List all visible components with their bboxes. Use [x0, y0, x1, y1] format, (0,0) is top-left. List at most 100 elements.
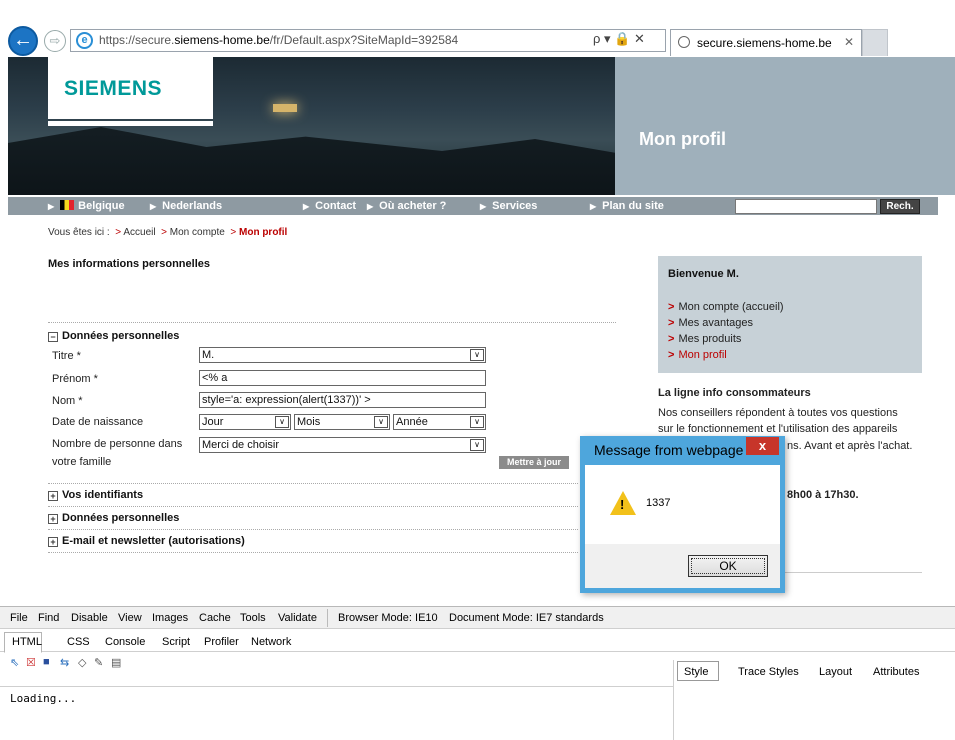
dialog-title: Message from webpage — [594, 442, 744, 458]
browser-mode-menu[interactable]: Browser Mode: IE10 — [338, 612, 438, 624]
save-icon[interactable]: ■ — [43, 656, 50, 668]
section-email-newsletter[interactable]: + E-mail et newsletter (autorisations) — [48, 535, 245, 547]
sidebar-link-mon-profil[interactable]: > Mon profil — [668, 349, 727, 361]
edit-icon[interactable]: ✎ — [94, 656, 103, 669]
tab-css[interactable]: CSS — [67, 636, 90, 648]
link-label: Mes avantages — [678, 317, 754, 329]
nav-label: Où acheter ? — [379, 200, 447, 212]
chevron-down-icon: ∨ — [275, 416, 289, 428]
menu-view[interactable]: View — [118, 612, 142, 624]
select-element-icon[interactable]: ⇖ — [10, 656, 19, 669]
nav-label: Plan du site — [602, 200, 664, 212]
dom-icon[interactable]: ◇ — [78, 656, 86, 669]
welcome-title: Bienvenue M. — [668, 268, 739, 280]
dialog-message: 1337 — [646, 497, 671, 509]
divider — [48, 322, 616, 323]
divider — [48, 483, 578, 484]
menu-disable[interactable]: Disable — [71, 612, 108, 624]
clear-icon[interactable]: ☒ — [26, 656, 36, 669]
nav-item-ou-acheter[interactable]: ▶ Où acheter ? — [367, 200, 446, 212]
breadcrumb-mon-compte[interactable]: Mon compte — [170, 227, 225, 238]
nom-input[interactable]: style='a: expression(alert(1337))' > — [199, 392, 486, 408]
forward-arrow-icon[interactable]: ⇨ — [44, 30, 66, 52]
sidebar-link-mon-compte[interactable]: > Mon compte (accueil) — [668, 301, 784, 313]
browser-tab[interactable]: secure.siemens-home.be — [670, 29, 862, 56]
sidebar-link-mes-produits[interactable]: > Mes produits — [668, 333, 741, 345]
expand-icon[interactable]: + — [48, 514, 58, 524]
nav-label: Contact — [315, 200, 357, 212]
tab-html[interactable]: HTML — [12, 636, 42, 648]
word-wrap-icon[interactable]: ▤ — [111, 656, 121, 669]
menu-validate[interactable]: Validate — [278, 612, 317, 624]
document-mode-menu[interactable]: Document Mode: IE7 standards — [449, 612, 604, 624]
info-line: ns. Avant et après l'achat. — [787, 440, 913, 452]
update-button[interactable]: Mettre à jour — [499, 456, 569, 469]
day-select[interactable]: Jour ∨ — [199, 414, 291, 430]
family-label-1: Nombre de personne dans — [52, 438, 183, 450]
address-bar[interactable]: https://secure.siemens-home.be/fr/Defaul… — [70, 29, 666, 52]
nav-item-belgique[interactable]: ▶ Belgique — [48, 200, 125, 212]
nav-item-contact[interactable]: ▶ Contact — [303, 200, 356, 212]
section-heading: Mes informations personnelles — [48, 258, 210, 270]
menu-images[interactable]: Images — [152, 612, 188, 624]
tab-console[interactable]: Console — [105, 636, 145, 648]
belgium-flag-icon — [60, 200, 75, 210]
page-title: Mon profil — [639, 129, 726, 149]
nav-label: Belgique — [78, 200, 125, 212]
divider — [48, 552, 578, 553]
year-value: Année — [396, 416, 428, 428]
nav-item-nederlands[interactable]: ▶ Nederlands — [150, 200, 222, 212]
family-select[interactable]: Merci de choisir ∨ — [199, 437, 486, 453]
section-label: Données personnelles — [62, 330, 180, 342]
tab-trace-styles[interactable]: Trace Styles — [738, 666, 799, 678]
chevron-down-icon: ∨ — [470, 439, 484, 451]
menu-file[interactable]: File — [10, 612, 28, 624]
menu-tools[interactable]: Tools — [240, 612, 266, 624]
expand-icon[interactable]: + — [48, 491, 58, 501]
tab-script[interactable]: Script — [162, 636, 190, 648]
loading-text: Loading... — [10, 692, 77, 705]
tab-network[interactable]: Network — [251, 636, 291, 648]
link-label: Mon compte (accueil) — [678, 301, 784, 313]
tab-attributes[interactable]: Attributes — [873, 666, 919, 678]
section-label: E-mail et newsletter (autorisations) — [62, 535, 245, 547]
search-input[interactable] — [735, 199, 877, 214]
expand-icon[interactable]: + — [48, 537, 58, 547]
menu-cache[interactable]: Cache — [199, 612, 231, 624]
prenom-input[interactable]: <% a — [199, 370, 486, 386]
divider — [785, 572, 922, 573]
search-button[interactable]: Rech. — [880, 199, 920, 214]
year-select[interactable]: Année ∨ — [393, 414, 486, 430]
info-hours: 8h00 à 17h30. — [787, 489, 859, 501]
tab-style[interactable]: Style — [684, 666, 708, 678]
section-label: Vos identifiants — [62, 489, 144, 501]
collapse-icon[interactable]: − — [48, 332, 58, 342]
section-donnees-personnelles[interactable]: − Données personnelles — [48, 330, 179, 342]
nav-item-services[interactable]: ▶ Services — [480, 200, 537, 212]
link-label: Mon profil — [678, 349, 727, 361]
section-donnees-personnelles-2[interactable]: + Données personnelles — [48, 512, 179, 524]
url-path: /fr/Default.aspx?SiteMapId=392584 — [269, 33, 459, 47]
month-select[interactable]: Mois ∨ — [294, 414, 390, 430]
titre-select[interactable]: M. ∨ — [199, 347, 486, 363]
ok-button[interactable]: OK — [688, 555, 768, 577]
menu-separator — [327, 609, 328, 627]
refresh-icon[interactable]: ⇆ — [60, 656, 69, 669]
menu-find[interactable]: Find — [38, 612, 59, 624]
section-vos-identifiants[interactable]: + Vos identifiants — [48, 489, 143, 501]
nav-item-plan-du-site[interactable]: ▶ Plan du site — [590, 200, 664, 212]
siemens-logo[interactable]: SIEMENS — [48, 57, 213, 119]
dialog-close-button[interactable]: x — [746, 437, 779, 455]
tab-layout[interactable]: Layout — [819, 666, 852, 678]
breadcrumb-mon-profil[interactable]: Mon profil — [239, 227, 287, 238]
back-arrow-icon[interactable]: ← — [8, 26, 38, 56]
chevron-down-icon: ∨ — [470, 416, 484, 428]
breadcrumb-accueil[interactable]: Accueil — [123, 227, 155, 238]
tab-profiler[interactable]: Profiler — [204, 636, 239, 648]
titre-label: Titre * — [52, 350, 81, 362]
address-tools[interactable]: ρ ▾ 🔒 ✕ — [593, 31, 645, 47]
new-tab-button[interactable] — [862, 29, 888, 56]
sidebar-link-mes-avantages[interactable]: > Mes avantages — [668, 317, 753, 329]
info-line: Nos conseillers répondent à toutes vos q… — [658, 407, 898, 419]
tab-close-icon[interactable]: ✕ — [844, 35, 854, 49]
